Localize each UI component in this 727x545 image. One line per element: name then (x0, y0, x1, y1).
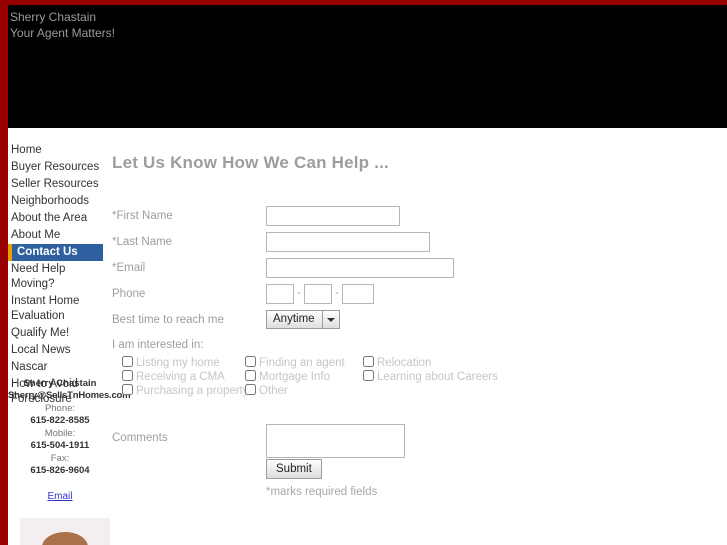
sidebar-item-buyer-resources[interactable]: Buyer Resources (8, 159, 104, 176)
checkbox-mortgage-info[interactable]: Mortgage Info (245, 370, 330, 383)
checkbox-mortgage-info-label: Mortgage Info (259, 371, 330, 383)
checkbox-relocation[interactable]: Relocation (363, 356, 431, 369)
sidebar-item-home[interactable]: Home (8, 142, 104, 159)
email-input[interactable] (266, 258, 454, 278)
phone-separator-1: - (297, 286, 301, 299)
checkbox-learning-about-careers-label: Learning about Careers (377, 371, 498, 383)
chevron-down-icon (327, 318, 335, 322)
first-name-field-wrap (266, 206, 400, 226)
checkbox-other[interactable]: Other (245, 384, 288, 397)
best-time-dropdown-button[interactable] (322, 311, 339, 328)
contact-form: *First Name *Last Name *Email Phone - - … (112, 206, 722, 336)
agent-phone-label: Phone: (44, 403, 76, 414)
first-name-label: *First Name (112, 210, 173, 222)
checkbox-mortgage-info-input[interactable] (245, 370, 256, 381)
interests-row-1: Listing my home Finding an agent Relocat… (122, 356, 602, 370)
checkbox-receiving-a-cma-input[interactable] (122, 370, 133, 381)
interests-row-2: Receiving a CMA Mortgage Info Learning a… (122, 370, 602, 384)
phone-separator-2: - (335, 286, 339, 299)
left-red-rail (0, 0, 8, 545)
checkbox-finding-an-agent-label: Finding an agent (259, 357, 345, 369)
last-name-label: *Last Name (112, 236, 173, 248)
interests-row-3: Purchasing a property Other (122, 384, 602, 398)
checkbox-finding-an-agent[interactable]: Finding an agent (245, 356, 345, 369)
checkbox-purchasing-a-property[interactable]: Purchasing a property (122, 384, 249, 397)
body-area: Home Buyer Resources Seller Resources Ne… (8, 128, 727, 545)
sidebar-item-about-me[interactable]: About Me (8, 227, 104, 244)
checkbox-purchasing-a-property-label: Purchasing a property (136, 385, 249, 397)
checkbox-learning-about-careers[interactable]: Learning about Careers (363, 370, 498, 383)
phone-line-number-input[interactable] (342, 284, 374, 304)
phone-field-wrap: -- (266, 284, 374, 304)
sidebar-item-contact-us[interactable]: Contact Us (8, 244, 103, 261)
agent-email-link[interactable]: Email (47, 491, 72, 503)
checkbox-finding-an-agent-input[interactable] (245, 356, 256, 367)
checkbox-other-input[interactable] (245, 384, 256, 395)
page-title: Let Us Know How We Can Help ... (112, 153, 389, 173)
last-name-input[interactable] (266, 232, 430, 252)
brand-name: Sherry Chastain (10, 10, 97, 24)
sidebar-nav: Home Buyer Resources Seller Resources Ne… (8, 142, 104, 408)
form-row-first-name: *First Name (112, 206, 722, 232)
checkbox-learning-about-careers-input[interactable] (363, 370, 374, 381)
required-fields-note: *marks required fields (266, 486, 378, 498)
checkbox-purchasing-a-property-input[interactable] (122, 384, 133, 395)
form-row-phone: Phone -- (112, 284, 722, 310)
checkbox-listing-my-home-label: Listing my home (136, 357, 220, 369)
sidebar-item-instant-home-evaluation[interactable]: Instant Home Evaluation (8, 293, 104, 325)
checkbox-relocation-label: Relocation (377, 357, 432, 369)
agent-contact-block: Sherry Chastain Sherry@SellsTnHomes.com … (8, 376, 131, 503)
sidebar: Home Buyer Resources Seller Resources Ne… (8, 128, 131, 545)
sidebar-item-about-the-area[interactable]: About the Area (8, 210, 104, 227)
agent-mobile-label: Mobile: (44, 428, 76, 439)
agent-phone-value: 615-822-8585 (30, 415, 90, 426)
sidebar-item-neighborhoods[interactable]: Neighborhoods (8, 193, 104, 210)
sidebar-item-nascar[interactable]: Nascar (8, 359, 104, 376)
phone-label: Phone (112, 288, 146, 300)
best-time-selected-value: Anytime (273, 313, 315, 325)
email-label: *Email (112, 262, 146, 274)
phone-prefix-input[interactable] (304, 284, 332, 304)
agent-mobile-value: 615-504-1911 (30, 440, 90, 451)
checkbox-other-label: Other (259, 385, 288, 397)
form-row-best-time: Best time to reach me Anytime (112, 310, 722, 336)
checkbox-listing-my-home-input[interactable] (122, 356, 133, 367)
best-time-label: Best time to reach me (112, 314, 224, 326)
sidebar-item-local-news[interactable]: Local News (8, 342, 104, 359)
form-row-email: *Email (112, 258, 722, 284)
agent-photo (20, 518, 110, 545)
best-time-select[interactable]: Anytime (266, 310, 340, 329)
interests-label: I am interested in: (112, 339, 204, 351)
sidebar-item-seller-resources[interactable]: Seller Resources (8, 176, 104, 193)
agent-name: Sherry Chastain (23, 378, 97, 389)
site-masthead: Sherry Chastain Your Agent Matters! (8, 5, 727, 128)
sidebar-item-need-help-moving[interactable]: Need Help Moving? (8, 261, 104, 293)
main-content: Let Us Know How We Can Help ... *First N… (104, 128, 727, 545)
checkbox-relocation-input[interactable] (363, 356, 374, 367)
best-time-field-wrap: Anytime (266, 310, 340, 334)
agent-fax-label: Fax: (50, 453, 70, 464)
brand-tagline: Your Agent Matters! (10, 26, 115, 40)
phone-area-code-input[interactable] (266, 284, 294, 304)
checkbox-listing-my-home[interactable]: Listing my home (122, 356, 220, 369)
first-name-input[interactable] (266, 206, 400, 226)
checkbox-receiving-a-cma-label: Receiving a CMA (136, 371, 225, 383)
agent-fax-value: 615-826-9604 (30, 465, 90, 476)
form-row-last-name: *Last Name (112, 232, 722, 258)
submit-button[interactable]: Submit (266, 459, 322, 479)
last-name-field-wrap (266, 232, 430, 252)
email-field-wrap (266, 258, 454, 278)
agent-email-address: Sherry@SellsTnHomes.com (8, 390, 131, 401)
comments-label: Comments (112, 432, 168, 444)
interests-checkbox-group: Listing my home Finding an agent Relocat… (122, 356, 602, 398)
comments-textarea[interactable] (266, 424, 405, 458)
page-root: Sherry Chastain Your Agent Matters! Home… (0, 0, 727, 545)
checkbox-receiving-a-cma[interactable]: Receiving a CMA (122, 370, 225, 383)
sidebar-item-qualify-me[interactable]: Qualify Me! (8, 325, 104, 342)
